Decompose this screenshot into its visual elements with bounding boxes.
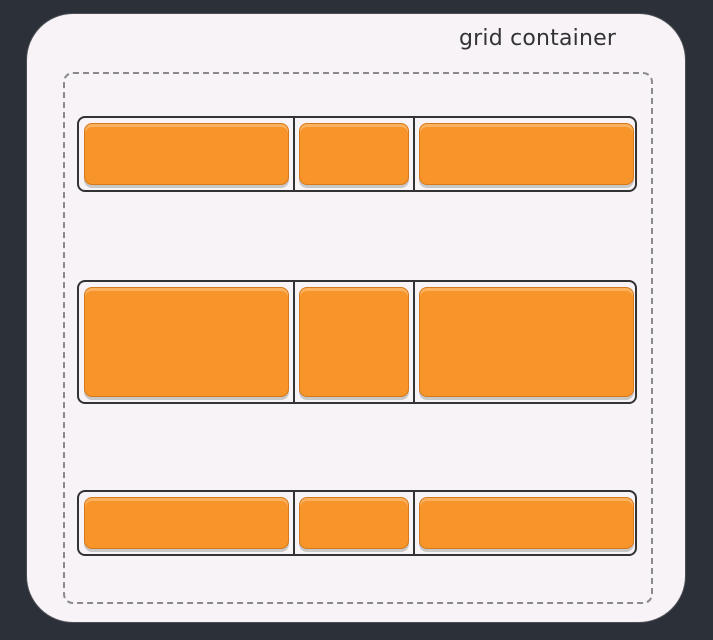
grid-row-2 — [77, 280, 637, 404]
grid-container — [63, 72, 653, 604]
grid-item-row2-col1 — [84, 287, 289, 397]
grid-row-1 — [77, 116, 637, 192]
grid-item-row1-col3 — [419, 123, 634, 185]
column-line-2 — [413, 116, 415, 192]
column-line-2 — [413, 280, 415, 404]
grid-row-3 — [77, 490, 637, 556]
column-line-1 — [293, 280, 295, 404]
column-line-2 — [413, 490, 415, 556]
grid-item-row1-col1 — [84, 123, 289, 185]
grid-item-row3-col2 — [299, 497, 409, 549]
grid-item-row1-col2 — [299, 123, 409, 185]
grid-item-row2-col3 — [419, 287, 634, 397]
column-line-1 — [293, 116, 295, 192]
grid-item-row3-col3 — [419, 497, 634, 549]
column-line-1 — [293, 490, 295, 556]
grid-item-row2-col2 — [299, 287, 409, 397]
diagram-card: grid container — [27, 14, 685, 622]
grid-container-label: grid container — [459, 26, 617, 51]
grid-item-row3-col1 — [84, 497, 289, 549]
